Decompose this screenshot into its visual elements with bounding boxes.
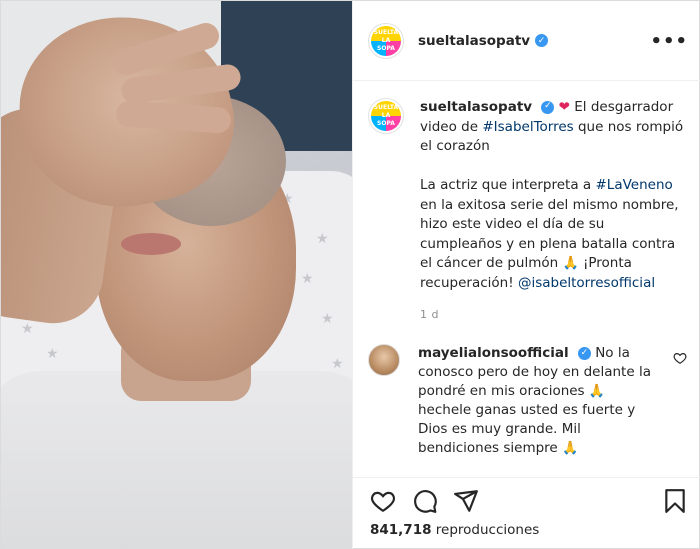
red-heart-emoji: ❤ xyxy=(558,99,570,115)
caption-text: sueltalasopatv ✓ ❤ El desgarrador video … xyxy=(420,98,688,325)
comment-text: mayelialonsoofficial ✓ No la conosco per… xyxy=(418,345,651,456)
comment-icon[interactable] xyxy=(412,488,438,514)
brand-logo: SUELTA LA SOPA xyxy=(371,101,401,131)
verified-icon: ✓ xyxy=(535,34,549,47)
profile-avatar[interactable]: SUELTA LA SOPA xyxy=(368,22,404,59)
hashtag-link[interactable]: #IsabelTorres xyxy=(482,119,573,135)
praying-hands-emoji: 🙏 xyxy=(562,441,579,456)
praying-hands-emoji: 🙏 xyxy=(562,256,579,271)
post-header: SUELTA LA SOPA sueltalasopatv ✓ ••• xyxy=(353,1,700,81)
post-actions: 841,718 reproducciones xyxy=(353,477,700,549)
commenter-avatar[interactable] xyxy=(368,344,400,376)
mention-link[interactable]: @isabeltorresofficial xyxy=(518,275,655,291)
share-icon[interactable] xyxy=(453,488,479,514)
post-side-panel: SUELTA LA SOPA sueltalasopatv ✓ ••• SUEL… xyxy=(352,1,700,549)
heart-icon[interactable] xyxy=(370,488,396,514)
post-caption: SUELTA LA SOPA sueltalasopatv ✓ ❤ El des… xyxy=(368,98,688,325)
praying-hands-emoji: 🙏 xyxy=(588,384,606,399)
verified-icon: ✓ xyxy=(541,100,555,114)
bookmark-icon[interactable] xyxy=(662,488,688,514)
header-username[interactable]: sueltalasopatv xyxy=(418,33,530,49)
comment-like-heart-icon[interactable] xyxy=(673,351,687,365)
post-timestamp[interactable]: 1 d xyxy=(420,305,688,325)
comment-username[interactable]: mayelialonsoofficial xyxy=(418,345,569,361)
caption-username[interactable]: sueltalasopatv xyxy=(420,99,532,115)
comment-item: mayelialonsoofficial ✓ No la conosco per… xyxy=(368,344,688,458)
post-video[interactable]: ★ ★ ★ ★ ★ ★ ★ ★ ★ ★ xyxy=(1,1,352,549)
caption-avatar[interactable]: SUELTA LA SOPA xyxy=(368,98,404,134)
hashtag-link[interactable]: #LaVeneno xyxy=(595,177,672,193)
verified-icon: ✓ xyxy=(577,346,591,360)
views-count[interactable]: 841,718 reproducciones xyxy=(370,522,539,538)
brand-logo: SUELTA LA SOPA xyxy=(371,25,401,56)
post-card: ★ ★ ★ ★ ★ ★ ★ ★ ★ ★ SUELTA LA SOPA xyxy=(0,0,700,549)
more-icon[interactable]: ••• xyxy=(650,31,688,52)
